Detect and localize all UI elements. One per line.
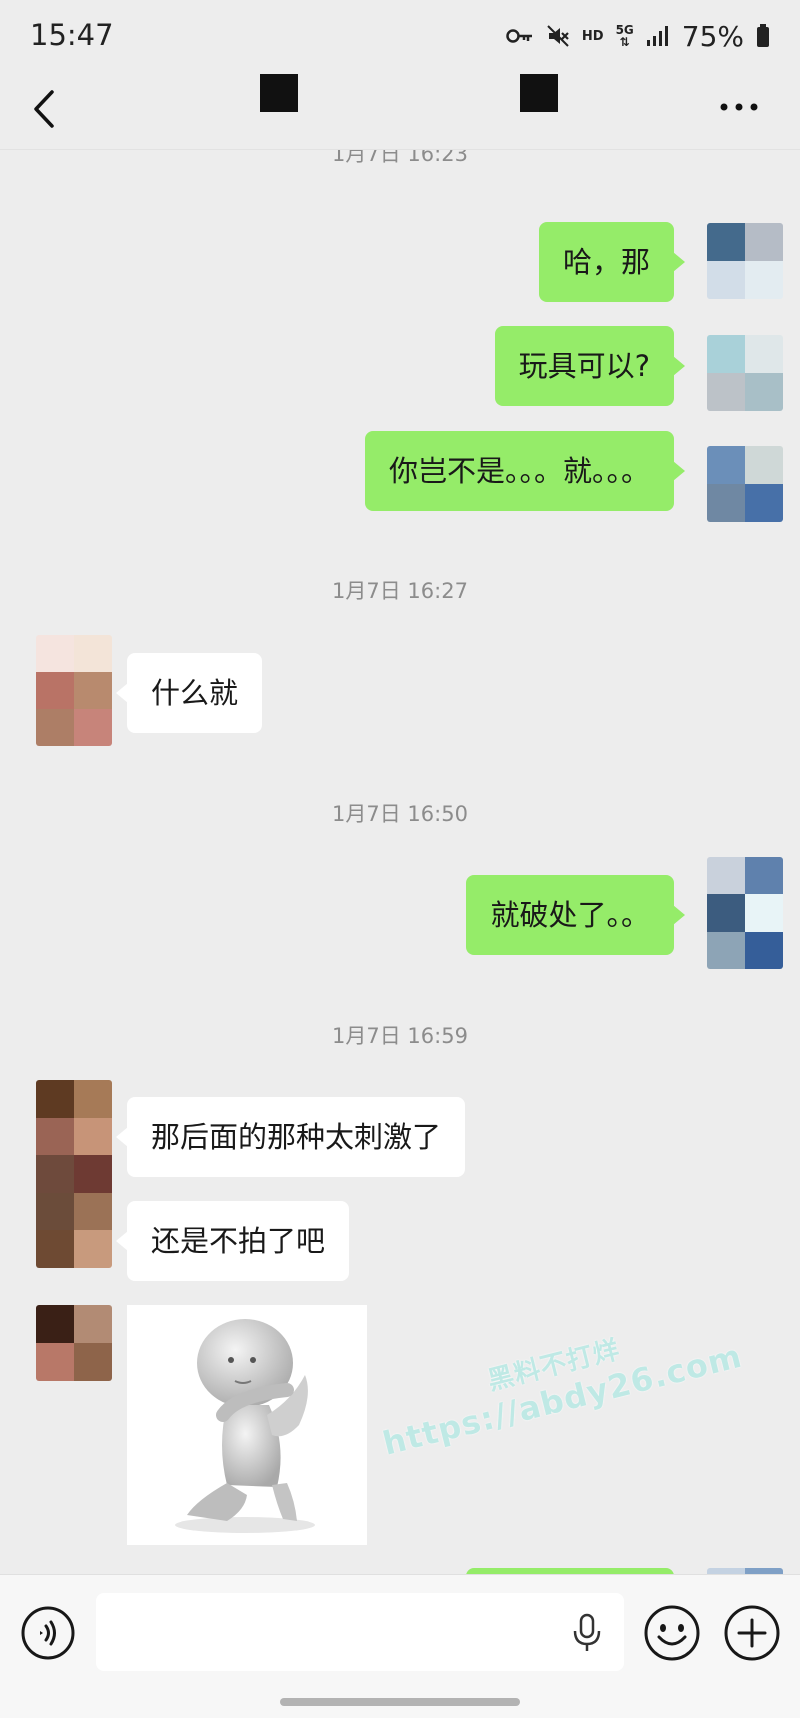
kneeling-figure-sticker	[175, 1319, 315, 1533]
timestamp: 1月7日 16:50	[332, 802, 468, 826]
watermark: 黑料不打烊 https://abdy26.com	[370, 1301, 746, 1463]
input-bar	[0, 1574, 800, 1718]
network-indicator: 5G ⇅	[616, 24, 634, 48]
plus-icon	[724, 1605, 780, 1661]
voice-button[interactable]	[20, 1605, 76, 1661]
message-bubble-incoming[interactable]: 什么就	[115, 653, 263, 733]
message-bubble-incoming[interactable]: 还是不拍了吧	[115, 1201, 350, 1281]
home-indicator[interactable]	[280, 1698, 520, 1706]
avatar[interactable]	[707, 223, 783, 299]
timestamp: 1月7日 16:27	[332, 579, 468, 603]
timestamp: 1月7日 16:23	[332, 150, 468, 166]
hd-label: HD	[581, 28, 604, 44]
data-arrows-icon: ⇅	[619, 35, 630, 49]
emoji-button[interactable]	[642, 1603, 702, 1663]
message-bubble-outgoing[interactable]: 你岂不是。。。就。。。	[364, 431, 686, 511]
watermark-line1: 黑料不打烊	[484, 1334, 624, 1397]
plus-button[interactable]	[722, 1603, 782, 1663]
message-bubble-outgoing[interactable]: 哈，那	[538, 222, 686, 302]
battery-percent: 75%	[681, 19, 744, 53]
avatar[interactable]	[36, 1080, 112, 1268]
timestamp: 1月7日 16:59	[332, 1024, 468, 1048]
avatar[interactable]	[707, 446, 783, 522]
status-bar: 15:47 HD 5G ⇅ 75%	[0, 0, 800, 70]
avatar[interactable]	[36, 635, 112, 746]
emoji-icon	[644, 1605, 700, 1661]
sticker-message[interactable]	[127, 1305, 367, 1545]
watermark-line2: https://abdy26.com	[378, 1336, 746, 1463]
more-dots-icon	[720, 103, 758, 111]
microphone-icon	[573, 1613, 601, 1651]
battery-icon	[757, 24, 769, 47]
message-bubble-incoming[interactable]: 那后面的那种太刺激了	[115, 1097, 466, 1177]
avatar[interactable]	[36, 1305, 112, 1381]
avatar[interactable]	[707, 857, 783, 969]
chat-header	[0, 70, 800, 150]
microphone-button[interactable]	[570, 1613, 604, 1653]
voice-icon	[21, 1606, 75, 1660]
redacted-title-block	[520, 74, 558, 112]
key-icon	[506, 29, 532, 43]
message-bubble-outgoing[interactable]: 就破处了。。	[466, 875, 685, 955]
redacted-title-block	[260, 74, 298, 112]
chevron-left-icon	[34, 90, 54, 128]
avatar[interactable]	[707, 335, 783, 411]
message-bubble-outgoing[interactable]: 玩具可以?	[494, 326, 686, 406]
message-list[interactable]: 1月7日 16:23 哈，那 玩具可以? 你岂不是。。。就。。。 1月7日 16…	[0, 150, 800, 1574]
back-button[interactable]	[26, 84, 66, 134]
more-button[interactable]	[716, 92, 762, 122]
mute-icon	[547, 25, 569, 47]
status-icons: HD 5G ⇅ 75%	[506, 18, 770, 54]
message-input[interactable]	[96, 1593, 624, 1671]
status-time: 15:47	[30, 18, 114, 52]
signal-icon	[646, 26, 668, 46]
